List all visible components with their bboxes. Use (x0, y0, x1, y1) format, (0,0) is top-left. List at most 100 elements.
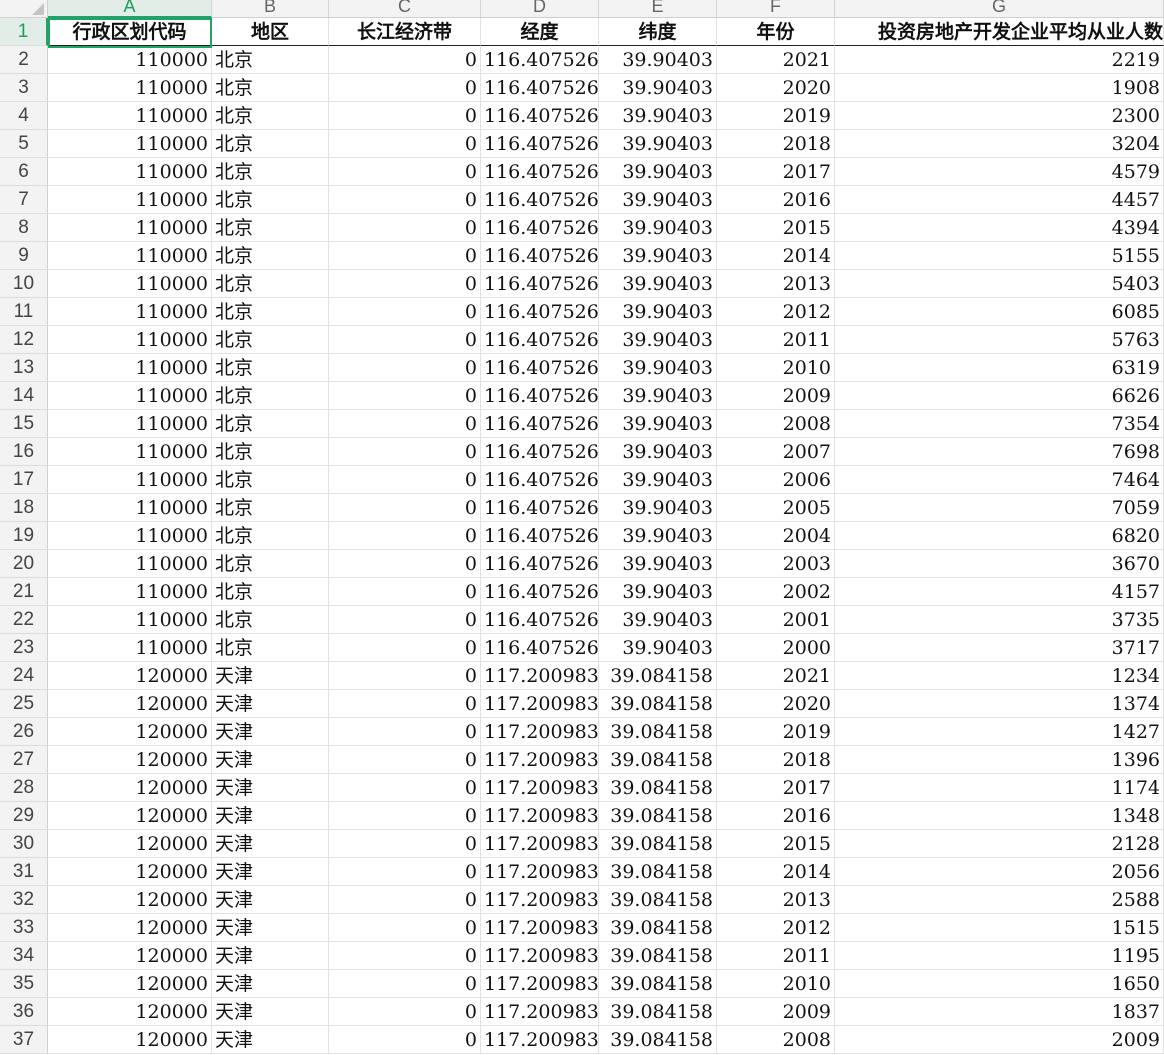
row-header-22[interactable]: 22 (0, 606, 48, 634)
table-cell[interactable]: 0 (329, 634, 481, 662)
table-cell[interactable]: 0 (329, 858, 481, 886)
table-cell[interactable]: 39.084158 (599, 662, 717, 690)
table-cell[interactable]: 39.90403 (599, 494, 717, 522)
row-header-15[interactable]: 15 (0, 410, 48, 438)
table-cell[interactable]: 2588 (835, 886, 1164, 914)
table-cell[interactable]: 天津 (212, 662, 329, 690)
row-header-28[interactable]: 28 (0, 774, 48, 802)
table-cell[interactable]: 39.90403 (599, 186, 717, 214)
table-cell[interactable]: 2015 (717, 830, 835, 858)
table-cell[interactable]: 0 (329, 942, 481, 970)
table-cell[interactable]: 北京 (212, 578, 329, 606)
column-header-f[interactable]: F (717, 0, 835, 18)
row-header-20[interactable]: 20 (0, 550, 48, 578)
table-cell[interactable]: 116.407526 (481, 326, 599, 354)
table-cell[interactable]: 2007 (717, 438, 835, 466)
table-cell[interactable]: 1908 (835, 74, 1164, 102)
header-cell-a[interactable]: 行政区划代码 (48, 18, 212, 46)
table-cell[interactable]: 116.407526 (481, 466, 599, 494)
column-header-c[interactable]: C (329, 0, 481, 18)
table-cell[interactable]: 2017 (717, 774, 835, 802)
table-cell[interactable]: 116.407526 (481, 102, 599, 130)
table-cell[interactable]: 116.407526 (481, 270, 599, 298)
row-header-32[interactable]: 32 (0, 886, 48, 914)
table-cell[interactable]: 120000 (48, 774, 212, 802)
table-cell[interactable]: 39.90403 (599, 242, 717, 270)
table-cell[interactable]: 0 (329, 186, 481, 214)
table-cell[interactable]: 0 (329, 102, 481, 130)
table-cell[interactable]: 0 (329, 802, 481, 830)
table-cell[interactable]: 39.084158 (599, 774, 717, 802)
table-cell[interactable]: 天津 (212, 914, 329, 942)
table-cell[interactable]: 39.90403 (599, 354, 717, 382)
table-cell[interactable]: 2000 (717, 634, 835, 662)
table-cell[interactable]: 0 (329, 1026, 481, 1054)
table-cell[interactable]: 0 (329, 522, 481, 550)
table-cell[interactable]: 39.90403 (599, 130, 717, 158)
table-cell[interactable]: 天津 (212, 970, 329, 998)
table-cell[interactable]: 北京 (212, 130, 329, 158)
table-cell[interactable]: 天津 (212, 802, 329, 830)
row-header-25[interactable]: 25 (0, 690, 48, 718)
table-cell[interactable]: 117.200983 (481, 970, 599, 998)
table-cell[interactable]: 2009 (717, 998, 835, 1026)
table-cell[interactable]: 0 (329, 886, 481, 914)
table-cell[interactable]: 6626 (835, 382, 1164, 410)
table-cell[interactable]: 北京 (212, 46, 329, 74)
table-cell[interactable]: 6085 (835, 298, 1164, 326)
table-cell[interactable]: 117.200983 (481, 662, 599, 690)
row-header-23[interactable]: 23 (0, 634, 48, 662)
table-cell[interactable]: 2020 (717, 74, 835, 102)
table-cell[interactable]: 39.90403 (599, 634, 717, 662)
table-cell[interactable]: 110000 (48, 382, 212, 410)
table-cell[interactable]: 120000 (48, 802, 212, 830)
table-cell[interactable]: 6319 (835, 354, 1164, 382)
table-cell[interactable]: 116.407526 (481, 382, 599, 410)
header-cell-b[interactable]: 地区 (212, 18, 329, 46)
table-cell[interactable]: 北京 (212, 466, 329, 494)
table-cell[interactable]: 110000 (48, 578, 212, 606)
table-cell[interactable]: 116.407526 (481, 494, 599, 522)
table-cell[interactable]: 0 (329, 578, 481, 606)
table-cell[interactable]: 39.084158 (599, 914, 717, 942)
column-header-a[interactable]: A (48, 0, 212, 18)
table-cell[interactable]: 0 (329, 494, 481, 522)
table-cell[interactable]: 2001 (717, 606, 835, 634)
table-cell[interactable]: 5763 (835, 326, 1164, 354)
table-cell[interactable]: 0 (329, 606, 481, 634)
row-header-5[interactable]: 5 (0, 130, 48, 158)
row-header-16[interactable]: 16 (0, 438, 48, 466)
table-cell[interactable]: 116.407526 (481, 438, 599, 466)
table-cell[interactable]: 120000 (48, 942, 212, 970)
table-cell[interactable]: 120000 (48, 690, 212, 718)
table-cell[interactable]: 39.084158 (599, 802, 717, 830)
table-cell[interactable]: 2005 (717, 494, 835, 522)
table-cell[interactable]: 3670 (835, 550, 1164, 578)
table-cell[interactable]: 39.90403 (599, 46, 717, 74)
row-header-8[interactable]: 8 (0, 214, 48, 242)
table-cell[interactable]: 0 (329, 914, 481, 942)
table-cell[interactable]: 天津 (212, 858, 329, 886)
row-header-29[interactable]: 29 (0, 802, 48, 830)
table-cell[interactable]: 116.407526 (481, 298, 599, 326)
row-header-1[interactable]: 1 (0, 18, 48, 46)
table-cell[interactable]: 7059 (835, 494, 1164, 522)
table-cell[interactable]: 6820 (835, 522, 1164, 550)
column-header-g[interactable]: G (835, 0, 1164, 18)
table-cell[interactable]: 1396 (835, 746, 1164, 774)
table-cell[interactable]: 北京 (212, 606, 329, 634)
table-cell[interactable]: 39.084158 (599, 970, 717, 998)
table-cell[interactable]: 北京 (212, 186, 329, 214)
table-cell[interactable]: 北京 (212, 74, 329, 102)
table-cell[interactable]: 北京 (212, 326, 329, 354)
table-cell[interactable]: 117.200983 (481, 774, 599, 802)
table-cell[interactable]: 39.084158 (599, 942, 717, 970)
table-cell[interactable]: 1515 (835, 914, 1164, 942)
table-cell[interactable]: 北京 (212, 214, 329, 242)
table-cell[interactable]: 2017 (717, 158, 835, 186)
table-cell[interactable]: 2014 (717, 858, 835, 886)
header-cell-g[interactable]: 投资房地产开发企业平均从业人数 (835, 18, 1164, 46)
table-cell[interactable]: 0 (329, 970, 481, 998)
table-cell[interactable]: 0 (329, 242, 481, 270)
table-cell[interactable]: 116.407526 (481, 578, 599, 606)
